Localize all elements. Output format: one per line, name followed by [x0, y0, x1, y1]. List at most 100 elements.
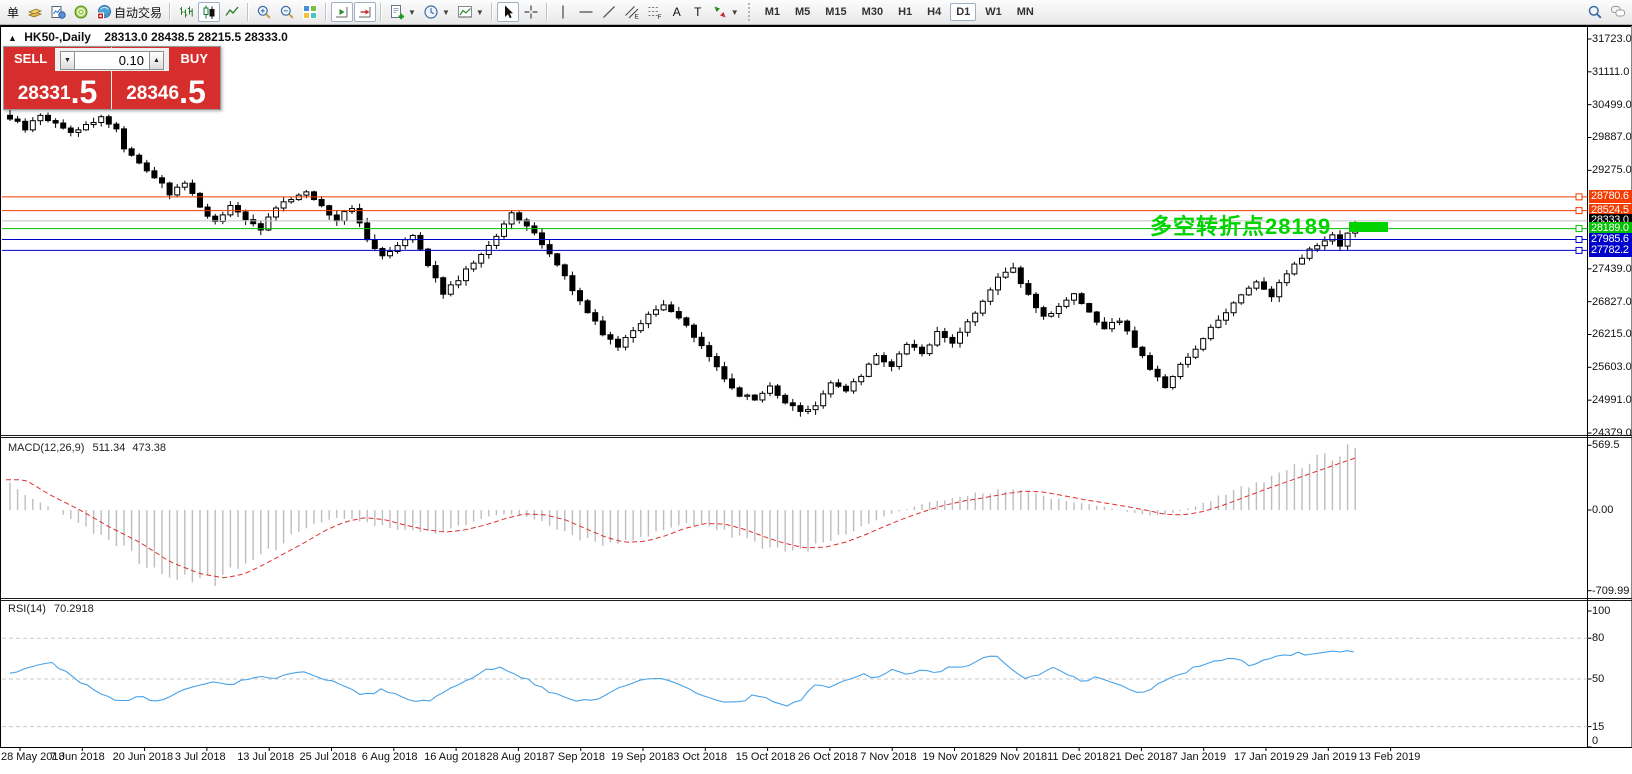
chart-shift-button[interactable]: [354, 2, 377, 22]
zoom-in-icon: [257, 5, 271, 19]
chat-button[interactable]: [1607, 2, 1629, 22]
timeframe-button-m1[interactable]: M1: [759, 3, 786, 21]
timeframe-button-m5[interactable]: M5: [789, 3, 816, 21]
crosshair-icon: [524, 5, 538, 19]
profiles-button[interactable]: ▼: [420, 2, 453, 22]
trendline-icon: [602, 6, 615, 18]
timeframe-button-m15[interactable]: M15: [819, 3, 852, 21]
timeframe-button-mn[interactable]: MN: [1011, 3, 1040, 21]
vertical-line-button[interactable]: [552, 2, 574, 22]
ohlc-values: 28313.0 28438.5 28215.5 28333.0: [104, 30, 288, 44]
navigator-icon-icon: [74, 5, 88, 19]
time-axis[interactable]: [0, 748, 1588, 774]
rsi-line: [9, 650, 1355, 707]
toolbar-separator: [380, 3, 383, 21]
new-chart-button[interactable]: ▼: [386, 2, 419, 22]
macd-signal-line: [6, 457, 1358, 579]
dropdown-arrow-icon[interactable]: ▼: [476, 8, 484, 17]
fibonacci-icon: F: [648, 7, 661, 20]
line-chart-button[interactable]: [221, 2, 243, 22]
data-window-icon[interactable]: [47, 2, 69, 22]
text-button[interactable]: A: [667, 2, 687, 22]
bar-chart-icon: [179, 6, 193, 18]
arrows-button[interactable]: ▼: [709, 2, 742, 22]
channel-button[interactable]: E: [621, 2, 643, 22]
autotrading-button[interactable]: 自动交易: [93, 2, 165, 22]
market-watch-icon[interactable]: [24, 2, 46, 22]
autotrading-button-label: 自动交易: [114, 5, 163, 20]
buy-price: 28346.5: [112, 74, 220, 110]
data-window-icon-icon: [51, 6, 66, 19]
line-handle[interactable]: [1575, 225, 1583, 233]
chart-canvas: [0, 25, 1632, 751]
line-handle[interactable]: [1575, 207, 1583, 215]
tile-windows-button[interactable]: [299, 2, 321, 22]
sell-price-frac: .5: [70, 74, 98, 110]
tile-windows-icon: [303, 5, 318, 19]
indicators-button[interactable]: ▼: [454, 2, 487, 22]
volume-spinner: ▼ ▲: [55, 48, 169, 71]
toolbar-grip: [747, 3, 752, 21]
new-chart-icon: [391, 5, 405, 20]
candle-chart-icon: [203, 5, 215, 19]
volume-increase-button[interactable]: ▲: [149, 50, 164, 70]
new-order-button-label: 单: [6, 5, 19, 20]
annotation-highlight-box[interactable]: [1349, 222, 1388, 232]
annotation-text[interactable]: 多空转折点28189: [1150, 209, 1331, 241]
crosshair-button[interactable]: [520, 2, 542, 22]
symbol-period-label: HK50-,Daily: [24, 30, 91, 44]
timeframe-button-w1[interactable]: W1: [979, 3, 1008, 21]
navigator-icon[interactable]: [70, 2, 92, 22]
auto-scroll-button[interactable]: [331, 2, 354, 22]
label-button-label: T: [694, 5, 702, 19]
sell-label: SELL: [14, 51, 48, 66]
buy-price-frac: .5: [179, 74, 206, 110]
toolbar: 单 自动交易 ▼ ▼ ▼ E F A T ▼ M1 M5 M15 M30 H1 H4 D1 W1 MN: [0, 0, 1632, 25]
timeframe-button-h4[interactable]: H4: [921, 3, 947, 21]
market-watch-icon-icon: [27, 8, 43, 18]
svg-text:E: E: [634, 14, 639, 21]
chart-window-top-border: [0, 25, 1632, 27]
profiles-icon: [424, 5, 438, 19]
line-chart-icon: [225, 6, 239, 16]
buy-price-main: 28346: [126, 83, 180, 104]
price-axis[interactable]: [1588, 26, 1632, 747]
toolbar-separator: [490, 3, 493, 21]
toolbar-separator: [247, 3, 250, 21]
candle-chart-button[interactable]: [198, 2, 221, 22]
volume-input[interactable]: [75, 50, 149, 70]
channel-icon: E: [624, 6, 639, 21]
dropdown-arrow-icon[interactable]: ▼: [408, 8, 416, 17]
text-button-label: A: [672, 5, 681, 19]
candlesticks: [7, 110, 1359, 417]
cursor-icon: [504, 5, 513, 19]
timeframe-button-h1[interactable]: H1: [892, 3, 918, 21]
line-handle[interactable]: [1575, 236, 1583, 244]
sell-price-main: 28331: [17, 83, 71, 104]
dropdown-arrow-icon[interactable]: ▼: [442, 8, 450, 17]
timeframe-button-m30[interactable]: M30: [856, 3, 889, 21]
collapse-trade-panel-icon[interactable]: ▲: [8, 33, 17, 43]
volume-decrease-button[interactable]: ▼: [60, 50, 75, 70]
zoom-out-button[interactable]: [276, 2, 298, 22]
zoom-in-button[interactable]: [253, 2, 275, 22]
horizontal-line-button[interactable]: [575, 2, 597, 22]
chart-title: ▲ HK50-,Daily 28313.0 28438.5 28215.5 28…: [8, 30, 288, 44]
toolbar-separator: [169, 3, 172, 21]
fibonacci-button[interactable]: F: [644, 2, 666, 22]
mt4-terminal: { "toolbar": { "items": [ {"n":"new-orde…: [0, 0, 1632, 774]
new-order-button[interactable]: 单: [3, 2, 23, 22]
timeframe-button-d1[interactable]: D1: [950, 3, 977, 21]
line-handle[interactable]: [1575, 246, 1583, 254]
chat-icon: [1611, 6, 1625, 17]
indicators-icon: [457, 6, 472, 18]
auto-scroll-icon: [336, 7, 348, 18]
cursor-button[interactable]: [496, 2, 519, 22]
search-button[interactable]: [1584, 2, 1606, 22]
label-button[interactable]: T: [688, 2, 708, 22]
line-handle[interactable]: [1575, 193, 1583, 201]
trendline-button[interactable]: [598, 2, 620, 22]
dropdown-arrow-icon[interactable]: ▼: [731, 8, 739, 17]
zoom-out-icon: [280, 5, 294, 19]
bar-chart-button[interactable]: [175, 2, 197, 22]
